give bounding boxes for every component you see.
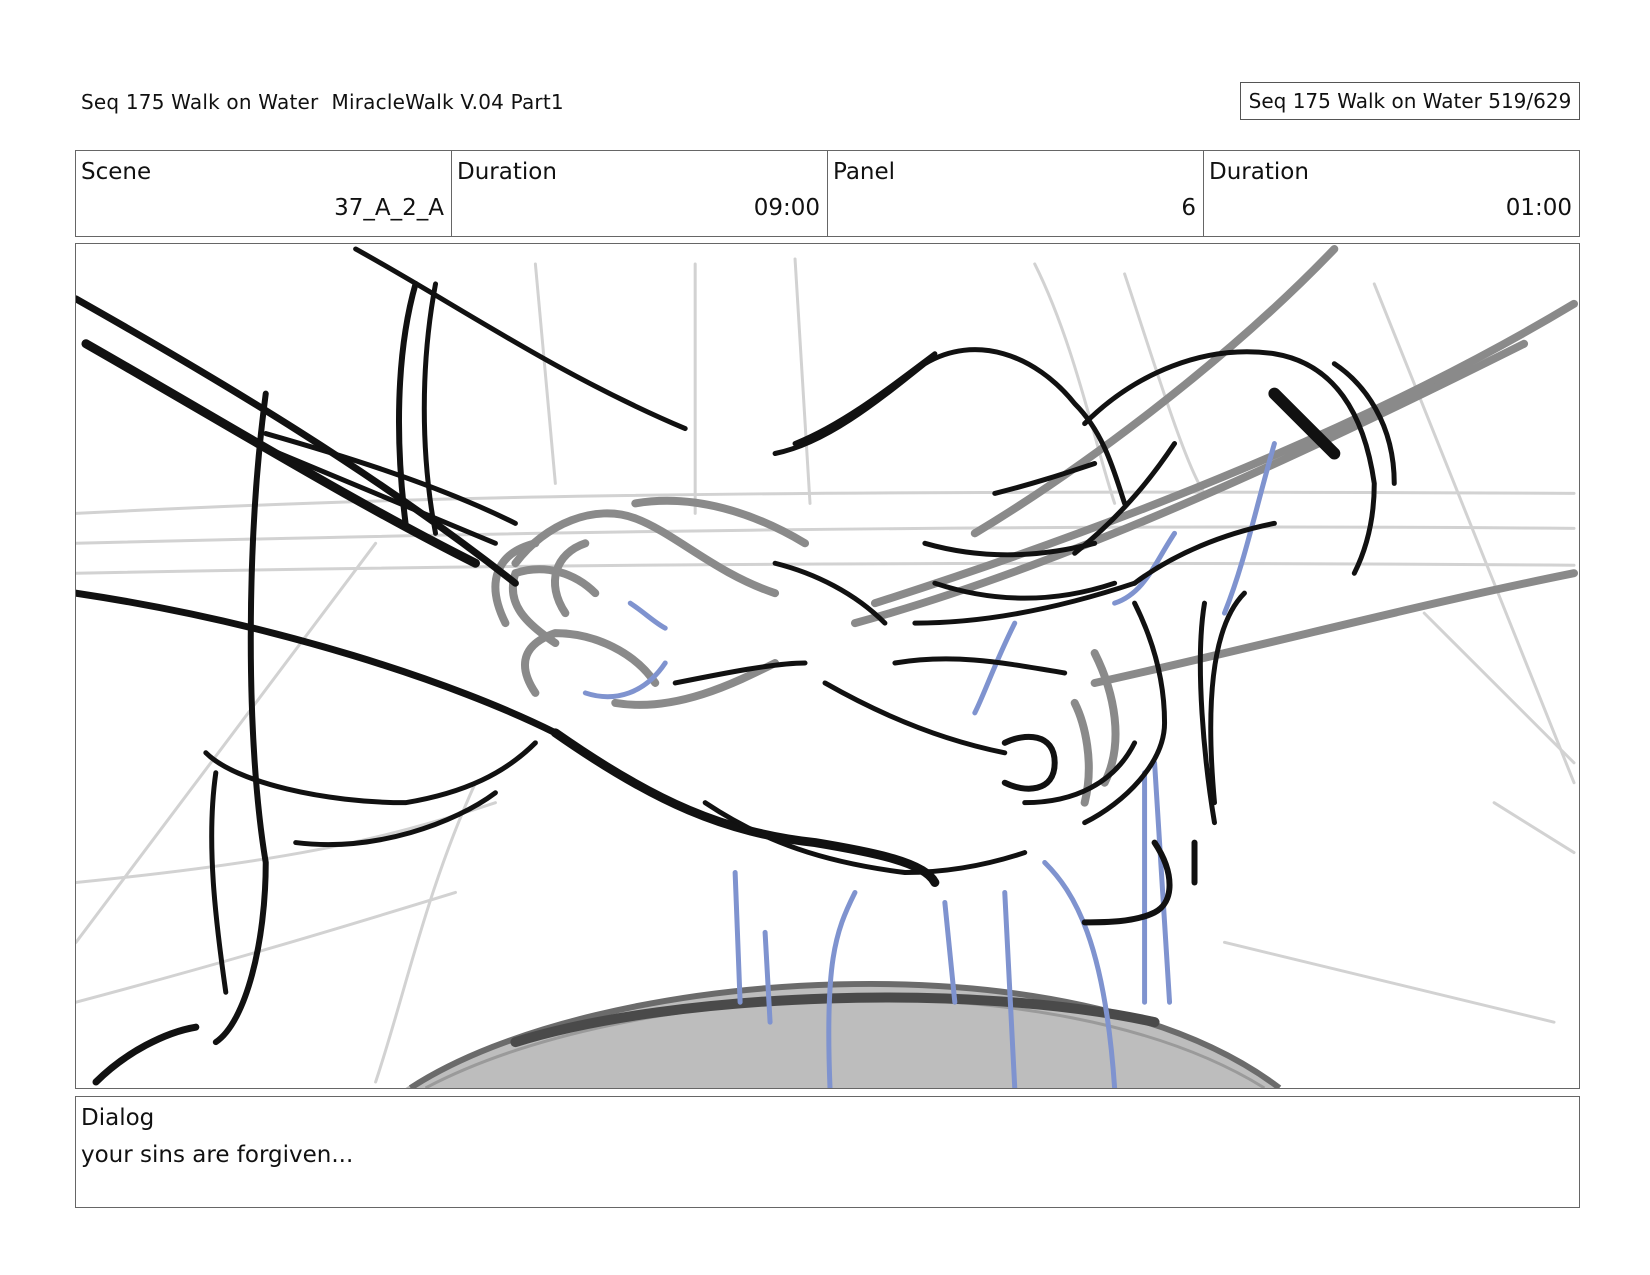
document-title: Seq 175 Walk on Water MiracleWalk V.04 P… (81, 90, 564, 114)
scene-duration-label: Duration (457, 159, 557, 185)
storyboard-frame (75, 243, 1580, 1089)
scene-value: 37_A_2_A (334, 195, 444, 221)
scene-label: Scene (81, 159, 152, 185)
scene-cell: Scene 37_A_2_A (76, 151, 452, 236)
page-counter: Seq 175 Walk on Water 519/629 (1240, 82, 1580, 120)
panel-cell: Panel 6 (828, 151, 1204, 236)
background-sketch-lines (76, 257, 1576, 1084)
panel-value: 6 (1181, 195, 1196, 221)
basin (405, 981, 1282, 1088)
panel-label: Panel (833, 159, 896, 185)
panel-duration-value: 01:00 (1505, 195, 1572, 221)
scene-duration-value: 09:00 (753, 195, 820, 221)
scene-info-table: Scene 37_A_2_A Duration 09:00 Panel 6 Du… (75, 150, 1580, 237)
dialog-text: your sins are forgiven... (81, 1142, 354, 1168)
scene-duration-cell: Duration 09:00 (452, 151, 828, 236)
panel-duration-cell: Duration 01:00 (1204, 151, 1579, 236)
dialog-label: Dialog (81, 1105, 155, 1131)
storyboard-sketch (76, 244, 1579, 1088)
panel-duration-label: Duration (1209, 159, 1309, 185)
dialog-box: Dialog your sins are forgiven... (75, 1096, 1580, 1208)
